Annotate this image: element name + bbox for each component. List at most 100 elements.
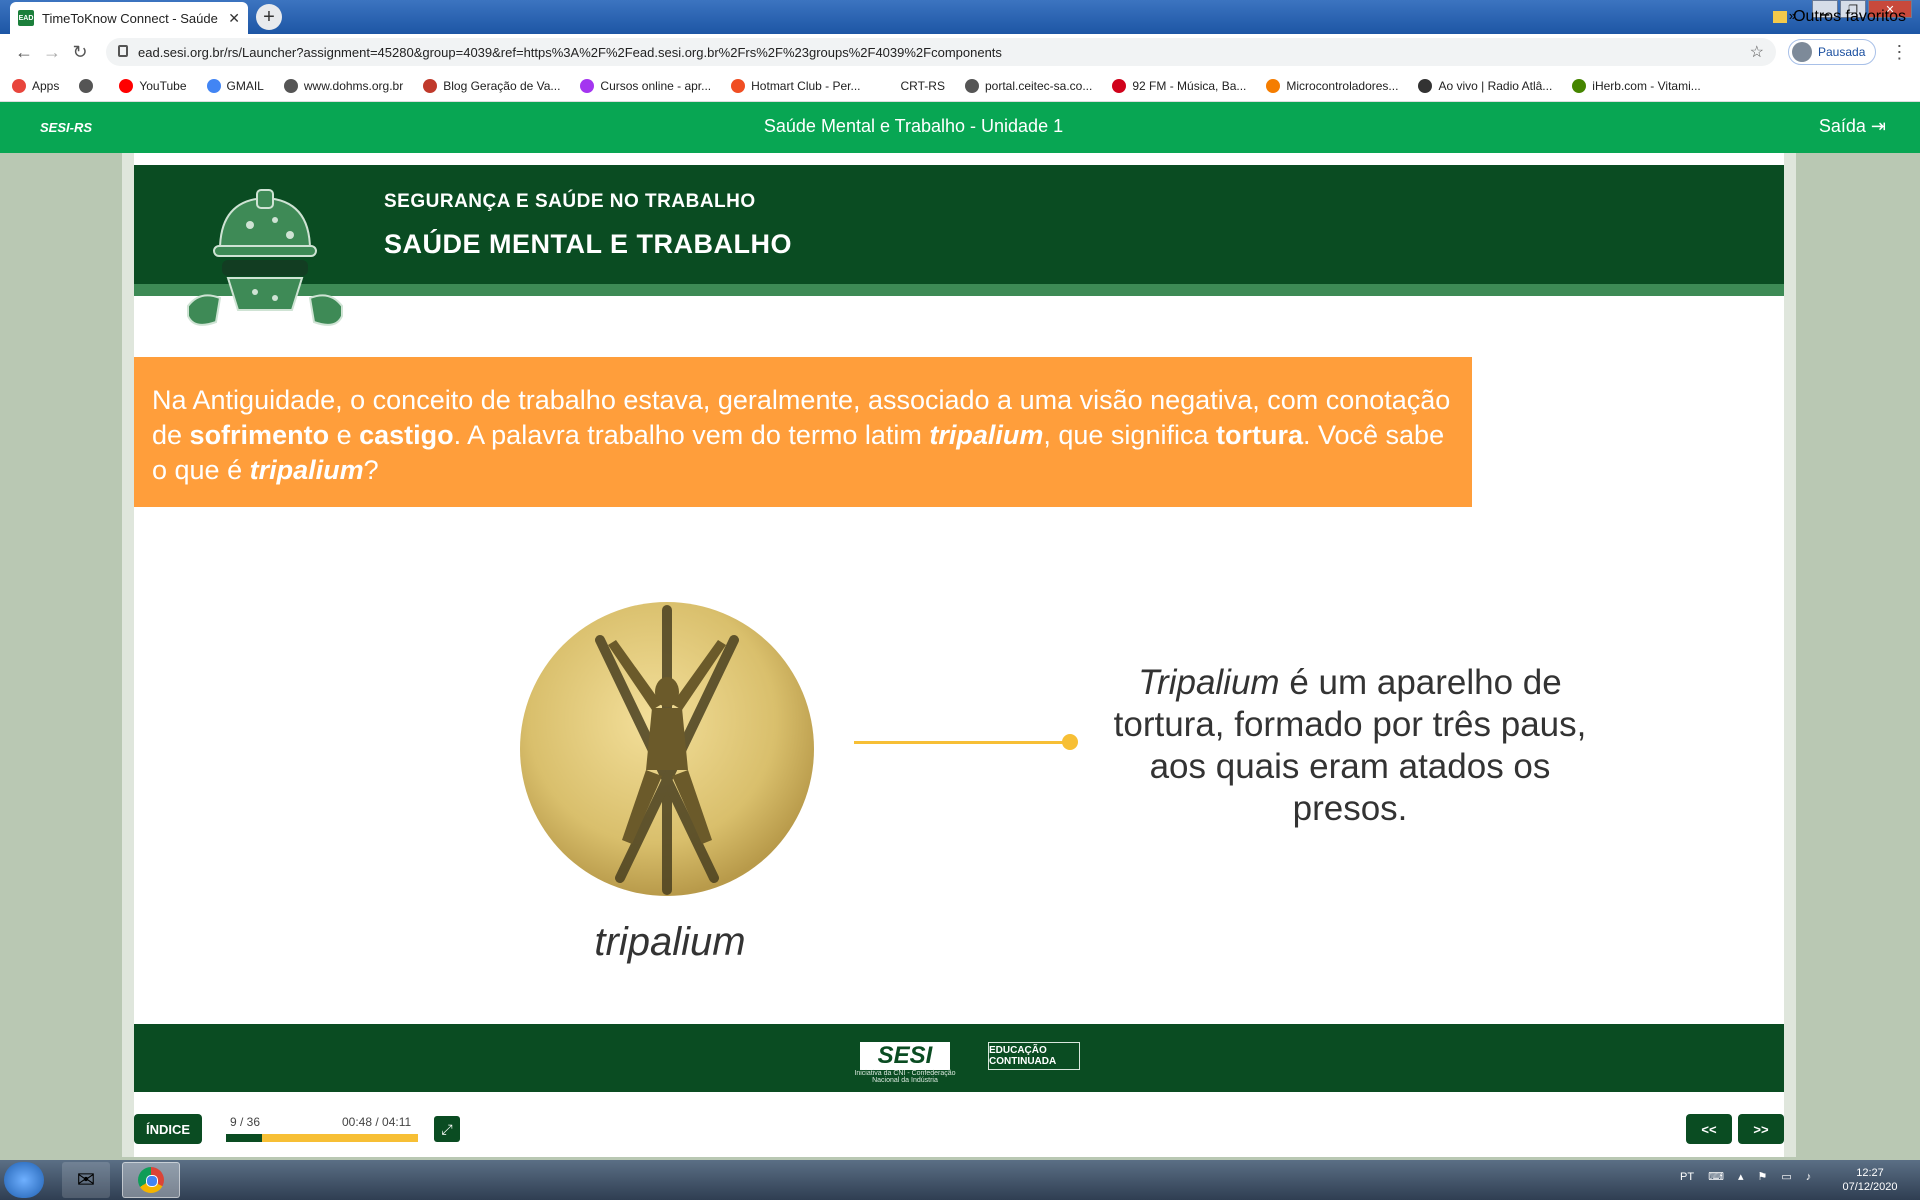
bookmark-item[interactable]: Cursos online - apr... [580, 78, 712, 93]
globe-icon [79, 78, 94, 93]
tripalium-coin-image [520, 602, 814, 896]
google-icon [206, 78, 221, 93]
other-bookmarks-label: Outros favoritos [1793, 8, 1906, 25]
profile-button[interactable]: Pausada [1788, 39, 1877, 65]
bookmark-item[interactable]: Ao vivo | Radio Atlâ... [1418, 78, 1553, 93]
bookmark-item[interactable]: Hotmart Club - Per... [731, 78, 861, 93]
youtube-icon [119, 78, 134, 93]
bookmark-item[interactable]: iHerb.com - Vitami... [1572, 78, 1701, 93]
intro-emphasis: tripalium [249, 455, 364, 485]
intro-emphasis: tortura [1215, 420, 1303, 450]
bookmark-item[interactable]: GMAIL [206, 78, 264, 93]
bookmark-item[interactable]: 92 FM - Música, Ba... [1112, 78, 1247, 93]
clock-date: 07/12/2020 [1842, 1181, 1898, 1193]
club-icon [423, 78, 438, 93]
intro-text-box: Na Antiguidade, o conceito de trabalho e… [134, 357, 1472, 507]
udemy-icon [580, 78, 595, 93]
tray-expand-icon[interactable]: ▴ [1738, 1170, 1744, 1183]
chrome-taskbar-button[interactable] [122, 1162, 180, 1198]
language-indicator[interactable]: PT [1680, 1171, 1694, 1183]
intro-emphasis: tripalium [929, 420, 1044, 450]
time-counter: 00:48 / 04:11 [342, 1115, 412, 1129]
globe-icon [964, 78, 979, 93]
blank-icon [880, 78, 895, 93]
image-caption: tripalium [594, 920, 746, 964]
progress-bar[interactable] [226, 1134, 418, 1142]
bookmark-label: Apps [32, 78, 60, 93]
bookmark-label: portal.ceitec-sa.co... [984, 78, 1093, 93]
previous-button[interactable]: << [1686, 1114, 1732, 1144]
bookmark-item[interactable]: www.dohms.org.br [283, 78, 403, 93]
network-icon[interactable]: ▭ [1781, 1170, 1791, 1183]
fullscreen-icon[interactable]: ⤢ [434, 1116, 460, 1142]
start-button[interactable] [4, 1162, 44, 1198]
bookmark-item[interactable]: Microcontroladores... [1266, 78, 1399, 93]
bookmark-star-icon[interactable]: ☆ [1750, 42, 1764, 62]
ead-favicon-icon: EAD [18, 10, 34, 26]
bookmark-label: 92 FM - Música, Ba... [1132, 78, 1247, 93]
reload-icon[interactable]: ↻ [66, 42, 94, 63]
flag-icon[interactable]: ⚑ [1757, 1170, 1767, 1183]
apps-grid-icon [12, 78, 26, 93]
lesson-banner: SEGURANÇA E SAÚDE NO TRABALHO SAÚDE MENT… [134, 165, 1784, 296]
globe-icon [283, 78, 298, 93]
exit-icon: ⇥ [1870, 116, 1886, 136]
back-arrow-icon[interactable]: ← [10, 42, 38, 63]
bookmark-item[interactable]: portal.ceitec-sa.co... [964, 78, 1093, 93]
mail-app-icon[interactable]: ✉ [62, 1162, 110, 1198]
app-header: SESI-RS Saúde Mental e Trabalho - Unidad… [0, 102, 1920, 153]
bookmark-label: GMAIL [226, 78, 264, 93]
clock[interactable]: 12:27 07/12/2020 [1832, 1166, 1908, 1194]
description-italic-term: Tripalium [1138, 663, 1280, 702]
tripalium-description: Tripalium é um aparelho de tortura, form… [1110, 662, 1590, 830]
browser-tab-bar [0, 0, 1920, 34]
other-bookmarks-folder[interactable]: Outros favoritos [1773, 8, 1906, 26]
course-title: Saúde Mental e Trabalho - Unidade 1 [763, 116, 1064, 136]
forward-arrow-icon[interactable]: → [38, 42, 66, 63]
intro-text: . A palavra trabalho vem do termo latim [453, 420, 930, 450]
volume-icon[interactable]: ♪ [1806, 1171, 1812, 1183]
radio-icon [1418, 78, 1433, 93]
flame-icon [731, 78, 746, 93]
bookmarks-bar: Apps YouTube GMAIL www.dohms.org.br Blog Ger… [0, 70, 1920, 102]
keyboard-icon[interactable]: ⌨ [1708, 1170, 1724, 1183]
bookmark-label: Hotmart Club - Per... [751, 78, 861, 93]
bookmark-item[interactable]: CRT-RS [880, 78, 945, 93]
intro-text: ? [363, 455, 379, 485]
intro-emphasis: castigo [359, 420, 454, 450]
bookmark-item[interactable]: YouTube [119, 78, 187, 93]
avatar [1792, 42, 1812, 62]
page-counter: 9 / 36 [230, 1115, 261, 1129]
exit-button[interactable]: Saída ⇥ [1819, 116, 1886, 137]
bookmark-item[interactable]: Blog Geração de Va... [423, 78, 561, 93]
close-tab-icon[interactable]: ✕ [228, 10, 240, 27]
url-text: ead.sesi.org.br/rs/Launcher?assignment=4… [138, 44, 1002, 60]
banner-strip [134, 284, 1784, 296]
browser-menu-icon[interactable]: ⋮ [1890, 42, 1908, 63]
intro-text: , que significa [1043, 420, 1216, 450]
radio-92-icon [1112, 78, 1127, 93]
address-toolbar: ← → ↻ ead.sesi.org.br/rs/Launcher?assign… [0, 34, 1920, 70]
browser-tab[interactable]: EAD TimeToKnow Connect - Saúde M ✕ [10, 2, 248, 34]
sesi-logo: SESI [860, 1042, 950, 1070]
profile-label: Pausada [1818, 45, 1866, 59]
index-button[interactable]: ÍNDICE [134, 1114, 202, 1144]
system-tray: PT ⌨ ▴ ⚑ ▭ ♪ [1680, 1170, 1812, 1184]
folder-icon [1773, 11, 1788, 23]
bookmark-item[interactable]: Apps [12, 78, 60, 93]
worker-helmet-mascot-icon [187, 189, 343, 326]
bookmark-label: Microcontroladores... [1286, 78, 1399, 93]
bookmark-item[interactable] [79, 78, 99, 93]
bookmark-label: Blog Geração de Va... [443, 78, 561, 93]
bookmark-label: Ao vivo | Radio Atlâ... [1438, 78, 1553, 93]
connector-line [854, 741, 1068, 744]
bookmark-label: Cursos online - apr... [600, 78, 712, 93]
lesson-supertitle: SEGURANÇA E SAÚDE NO TRABALHO [384, 191, 756, 212]
bookmark-label: CRT-RS [900, 78, 945, 93]
url-bar[interactable]: ead.sesi.org.br/rs/Launcher?assignment=4… [106, 38, 1776, 66]
new-tab-button[interactable]: + [256, 4, 282, 30]
next-button[interactable]: >> [1738, 1114, 1784, 1144]
tab-title: TimeToKnow Connect - Saúde M [42, 10, 223, 26]
bookmark-label: YouTube [139, 78, 187, 93]
educacao-continuada-logo: EDUCAÇÃO CONTINUADA [988, 1042, 1080, 1070]
